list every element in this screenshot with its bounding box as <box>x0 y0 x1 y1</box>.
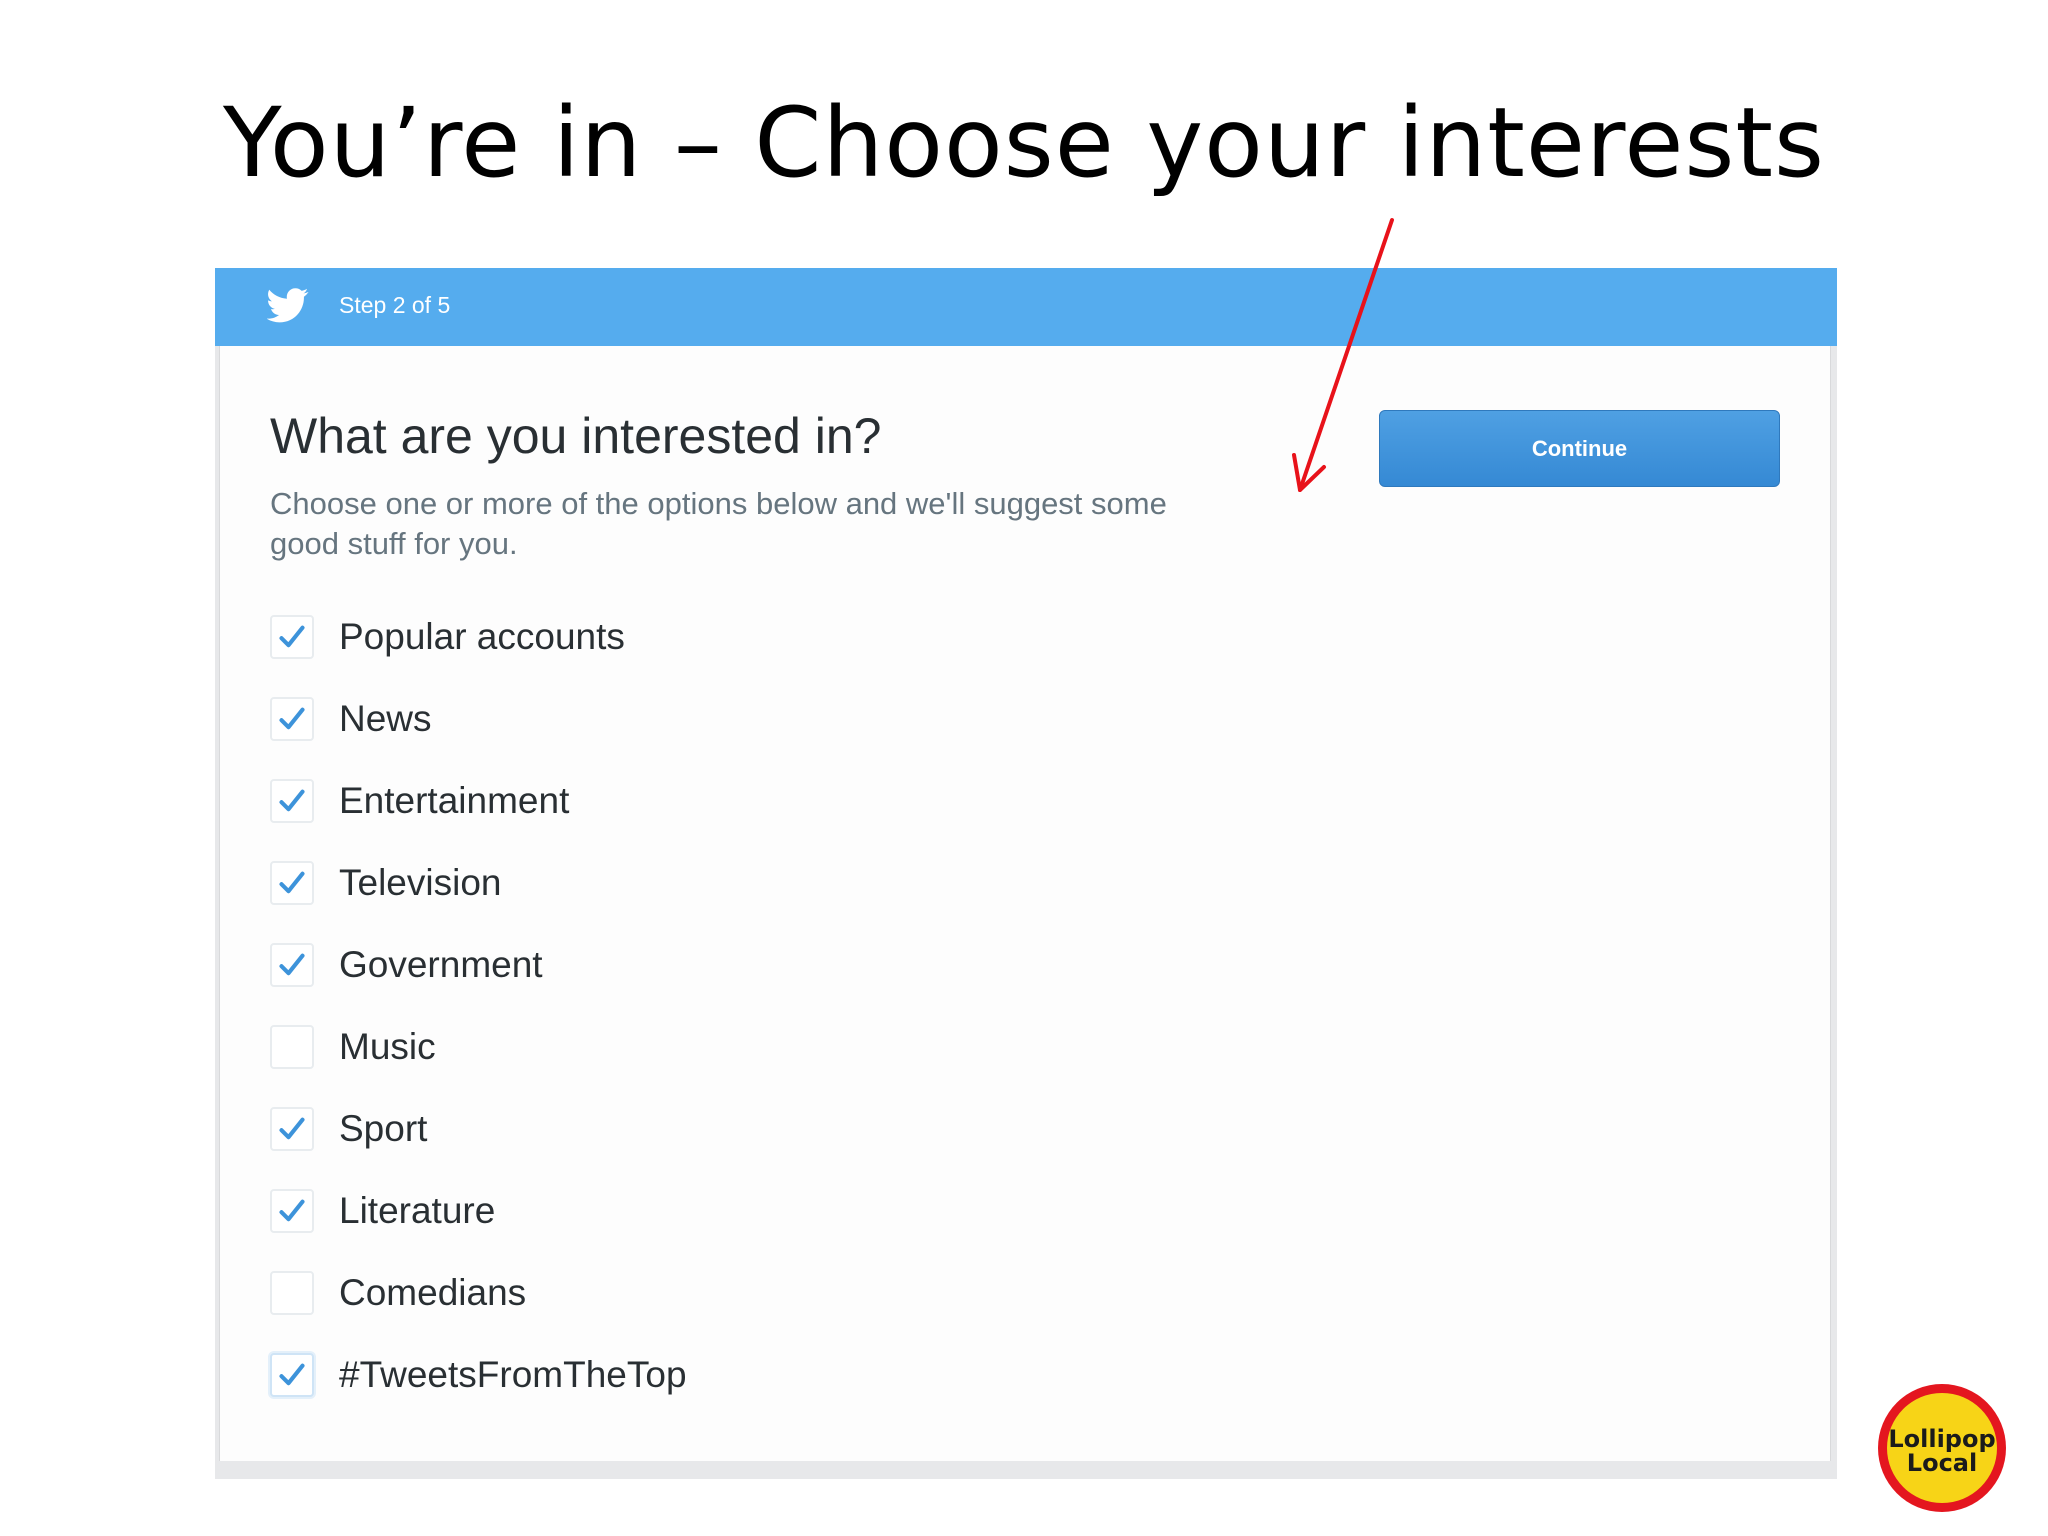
checkmark-icon <box>279 625 305 648</box>
interest-label: Sport <box>339 1108 428 1149</box>
interest-checkbox[interactable] <box>270 1189 314 1233</box>
step-indicator: Step 2 of 5 <box>339 292 451 318</box>
logo-line2: Local <box>1907 1449 1977 1477</box>
interest-checkbox[interactable] <box>270 861 314 905</box>
interest-label: Popular accounts <box>339 616 625 657</box>
continue-button[interactable]: Continue <box>1379 410 1780 487</box>
twitter-bird-icon <box>267 288 309 323</box>
checkmark-icon <box>279 789 305 812</box>
interest-checkbox[interactable] <box>270 1107 314 1151</box>
interest-label: Television <box>339 862 502 903</box>
checkmark-icon <box>279 1199 305 1222</box>
signup-window: Step 2 of 5 What are you interested in? … <box>215 268 1837 1479</box>
interest-label: News <box>339 698 432 739</box>
interest-label: #TweetsFromTheTop <box>339 1354 687 1395</box>
interest-checkbox[interactable] <box>270 1353 314 1397</box>
page-heading: What are you interested in? <box>270 408 882 464</box>
checkmark-icon <box>279 953 305 976</box>
interest-checkbox[interactable] <box>270 779 314 823</box>
slide-title: You’re in – Choose your interests <box>222 87 1826 199</box>
top-bar: Step 2 of 5 <box>215 268 1837 346</box>
page-subtext: Choose one or more of the options below … <box>270 486 1167 561</box>
checkmark-icon <box>279 871 305 894</box>
red-arrow-annotation <box>1292 218 1394 492</box>
checkmark-icon <box>279 707 305 730</box>
main-panel: What are you interested in? Choose one o… <box>219 346 1831 1461</box>
interest-label: Entertainment <box>339 780 570 821</box>
lollipop-local-logo: Lollipop Local <box>1878 1384 2006 1512</box>
interest-label: Music <box>339 1026 436 1067</box>
interest-checkbox[interactable] <box>270 697 314 741</box>
checkmark-icon <box>279 1363 305 1386</box>
interest-label: Comedians <box>339 1272 527 1313</box>
interest-checkbox[interactable] <box>270 943 314 987</box>
interest-label: Literature <box>339 1190 496 1231</box>
interest-label: Government <box>339 944 543 985</box>
arrow-line <box>1298 218 1394 492</box>
interest-checkbox[interactable] <box>270 615 314 659</box>
interest-checkbox[interactable] <box>270 1025 314 1069</box>
checkmark-icon <box>279 1117 305 1140</box>
interest-checkbox[interactable] <box>270 1271 314 1315</box>
